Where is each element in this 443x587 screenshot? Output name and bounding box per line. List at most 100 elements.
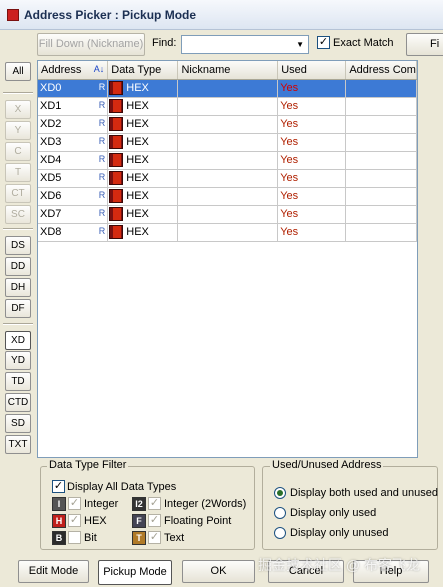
nickname-cell[interactable]	[177, 205, 279, 224]
type-button-t[interactable]: T	[5, 163, 31, 182]
ok-button[interactable]: OK	[182, 560, 255, 583]
nickname-cell[interactable]	[177, 187, 279, 206]
find-input[interactable]: ▼	[181, 35, 309, 54]
column-header-address-comment[interactable]: Address Com	[345, 61, 417, 80]
integer-checkbox[interactable]: ✓	[68, 497, 81, 510]
data-type-cell[interactable]: HEX	[107, 133, 179, 152]
address-comment-cell[interactable]	[345, 187, 417, 206]
address-cell[interactable]: XD5 R	[38, 169, 109, 188]
floating-point-checkbox[interactable]: ✓	[148, 514, 161, 527]
address-comment-cell[interactable]	[345, 169, 417, 188]
data-type-cell[interactable]: HEX	[107, 223, 179, 242]
type-button-yd[interactable]: YD	[5, 351, 31, 370]
nickname-cell[interactable]	[177, 115, 279, 134]
address-comment-cell[interactable]	[345, 223, 417, 242]
display-all-types-label: Display All Data Types	[67, 481, 177, 493]
type-button-sd[interactable]: SD	[5, 414, 31, 433]
empty-row	[38, 313, 417, 331]
address-cell[interactable]: XD3 R	[38, 133, 109, 152]
address-cell[interactable]: XD4 R	[38, 151, 109, 170]
type-button-sc[interactable]: SC	[5, 205, 31, 224]
data-type-cell[interactable]: HEX	[107, 151, 179, 170]
watermark: 掘金技术社区 @ 布客飞龙	[258, 557, 420, 573]
address-cell[interactable]: XD1 R	[38, 97, 109, 116]
retentive-flag: R	[98, 118, 106, 128]
type-button-c[interactable]: C	[5, 142, 31, 161]
type-button-xd[interactable]: XD	[5, 331, 31, 350]
retentive-flag: R	[98, 154, 106, 164]
type-button-df[interactable]: DF	[5, 299, 31, 318]
type-button-ds[interactable]: DS	[5, 236, 31, 255]
fill-down-button[interactable]: Fill Down (Nickname)	[37, 33, 145, 56]
edit-mode-tab[interactable]: Edit Mode	[18, 560, 89, 583]
address-comment-cell[interactable]	[345, 133, 417, 152]
address-cell[interactable]: XD0 R	[38, 79, 109, 98]
type-button-x[interactable]: X	[5, 100, 31, 119]
data-type-cell[interactable]: HEX	[107, 97, 179, 116]
nickname-cell[interactable]	[177, 169, 279, 188]
exact-match-checkbox[interactable]: ✓	[317, 36, 330, 49]
integer-2words-type-icon: I2	[132, 497, 146, 511]
table-row[interactable]: XD5 R HEX Yes	[38, 169, 417, 188]
table-row[interactable]: XD0 R HEX Yes	[38, 79, 417, 98]
type-button-all[interactable]: All	[5, 62, 31, 81]
nickname-cell[interactable]	[177, 133, 279, 152]
address-comment-cell[interactable]	[345, 115, 417, 134]
type-button-dh[interactable]: DH	[5, 278, 31, 297]
type-button-td[interactable]: TD	[5, 372, 31, 391]
used-filter-option-label: Display both used and unused	[290, 487, 438, 499]
address-cell[interactable]: XD8 R	[38, 223, 109, 242]
address-comment-cell[interactable]	[345, 205, 417, 224]
text-checkbox[interactable]: ✓	[148, 531, 161, 544]
column-header-used[interactable]: Used	[277, 61, 347, 80]
address-cell[interactable]: XD2 R	[38, 115, 109, 134]
chevron-down-icon[interactable]: ▼	[296, 40, 304, 49]
nickname-cell[interactable]	[177, 97, 279, 116]
table-row[interactable]: XD3 R HEX Yes	[38, 133, 417, 152]
data-type-cell[interactable]: HEX	[107, 115, 179, 134]
type-button-txt[interactable]: TXT	[5, 435, 31, 454]
data-type-cell[interactable]: HEX	[107, 169, 179, 188]
used-filter-radio[interactable]	[274, 487, 286, 499]
pickup-mode-tab[interactable]: Pickup Mode	[98, 560, 172, 585]
table-row[interactable]: XD8 R HEX Yes	[38, 223, 417, 242]
nickname-cell[interactable]	[177, 79, 279, 98]
sort-ascending-icon[interactable]: A↓	[94, 64, 105, 74]
data-type-cell[interactable]: HEX	[107, 79, 179, 98]
hex-checkbox[interactable]: ✓	[68, 514, 81, 527]
address-grid[interactable]: Address A↓ Data Type Nickname Used Addres…	[37, 60, 418, 458]
data-type-cell[interactable]: HEX	[107, 205, 179, 224]
type-button-dd[interactable]: DD	[5, 257, 31, 276]
empty-row	[38, 403, 417, 421]
bit-checkbox[interactable]	[68, 531, 81, 544]
used-filter-radio[interactable]	[274, 527, 286, 539]
nickname-cell[interactable]	[177, 223, 279, 242]
data-type-cell[interactable]: HEX	[107, 187, 179, 206]
empty-row	[38, 439, 417, 457]
used-cell: Yes	[277, 205, 347, 224]
address-comment-cell[interactable]	[345, 97, 417, 116]
table-row[interactable]: XD7 R HEX Yes	[38, 205, 417, 224]
title-bar[interactable]: Address Picker : Pickup Mode	[0, 0, 443, 30]
address-cell[interactable]: XD6 R	[38, 187, 109, 206]
column-header-address[interactable]: Address A↓	[38, 61, 109, 80]
address-comment-cell[interactable]	[345, 79, 417, 98]
find-button[interactable]: Fi	[406, 33, 443, 56]
retentive-flag: R	[98, 208, 106, 218]
integer-2words-checkbox[interactable]: ✓	[148, 497, 161, 510]
address-comment-cell[interactable]	[345, 151, 417, 170]
nickname-cell[interactable]	[177, 151, 279, 170]
used-filter-radio[interactable]	[274, 507, 286, 519]
table-row[interactable]: XD6 R HEX Yes	[38, 187, 417, 206]
table-row[interactable]: XD1 R HEX Yes	[38, 97, 417, 116]
address-cell[interactable]: XD7 R	[38, 205, 109, 224]
hex-type-icon	[109, 99, 124, 113]
display-all-types-checkbox[interactable]: ✓	[52, 480, 65, 493]
type-button-ct[interactable]: CT	[5, 184, 31, 203]
type-button-ctd[interactable]: CTD	[5, 393, 31, 412]
table-row[interactable]: XD4 R HEX Yes	[38, 151, 417, 170]
column-header-nickname[interactable]: Nickname	[177, 61, 279, 80]
column-header-data-type[interactable]: Data Type	[107, 61, 179, 80]
type-button-y[interactable]: Y	[5, 121, 31, 140]
table-row[interactable]: XD2 R HEX Yes	[38, 115, 417, 134]
